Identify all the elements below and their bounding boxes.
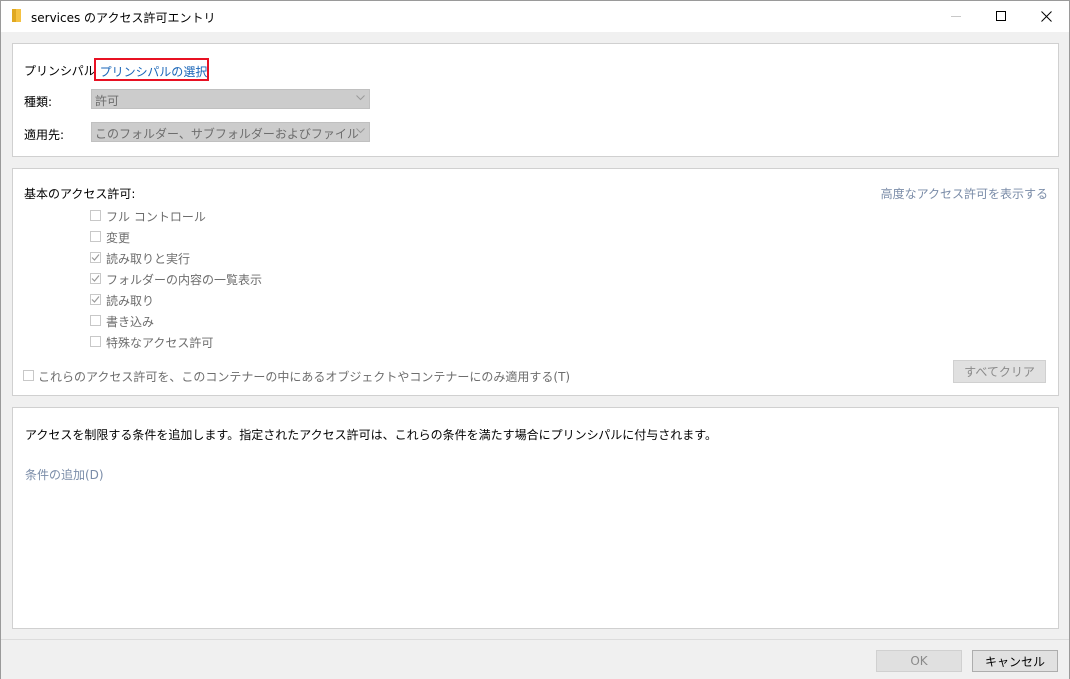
checkbox[interactable] [23, 370, 34, 381]
chevron-down-icon [356, 128, 365, 134]
checkbox[interactable] [90, 252, 101, 263]
basic-permissions-heading: 基本のアクセス許可: [24, 187, 136, 201]
apply-only-label: これらのアクセス許可を、このコンテナーの中にあるオブジェクトやコンテナーにのみ適… [38, 370, 571, 384]
checkbox[interactable] [90, 231, 101, 242]
checkbox[interactable] [90, 210, 101, 221]
close-icon [1040, 11, 1052, 22]
minimize-button[interactable] [933, 1, 979, 32]
permission-label: フル コントロール [106, 210, 206, 224]
principal-panel: プリンシパル プリンシパルの選択 種類: 許可 適用先: このフォルダー、サブフ… [12, 43, 1059, 157]
add-condition-link[interactable]: 条件の追加(D) [25, 466, 104, 483]
permission-label: 読み取りと実行 [106, 252, 191, 266]
dialog-content: プリンシパル プリンシパルの選択 種類: 許可 適用先: このフォルダー、サブフ… [1, 32, 1069, 679]
minimize-icon [950, 16, 961, 17]
ok-button[interactable]: OK [876, 650, 962, 672]
checkbox[interactable] [90, 336, 101, 347]
check-icon [91, 254, 100, 261]
permission-label: 読み取り [106, 294, 155, 308]
cancel-button[interactable]: キャンセル [972, 650, 1058, 672]
permission-label: 書き込み [106, 315, 155, 329]
applies-to-label: 適用先: [24, 128, 65, 142]
applies-to-select-value: このフォルダー、サブフォルダーおよびファイル [95, 127, 359, 141]
select-principal-link[interactable]: プリンシパルの選択 [94, 58, 209, 81]
dialog-window: services のアクセス許可エントリ プリンシパル プリンシパルの選択 種類… [0, 0, 1070, 679]
type-select[interactable]: 許可 [91, 89, 370, 109]
check-icon [91, 275, 100, 282]
chevron-down-icon [356, 95, 365, 101]
close-button[interactable] [1023, 1, 1069, 32]
checkbox[interactable] [90, 273, 101, 284]
applies-to-select[interactable]: このフォルダー、サブフォルダーおよびファイル [91, 122, 370, 142]
checkbox[interactable] [90, 294, 101, 305]
clear-all-button[interactable]: すべてクリア [953, 360, 1046, 383]
maximize-icon [995, 11, 1006, 21]
permission-label: 特殊なアクセス許可 [106, 336, 214, 350]
type-select-value: 許可 [95, 94, 120, 108]
checkbox[interactable] [90, 315, 101, 326]
conditions-panel: アクセスを制限する条件を追加します。指定されたアクセス許可は、これらの条件を満た… [12, 407, 1059, 629]
permission-label: 変更 [106, 231, 131, 245]
type-label: 種類: [24, 95, 53, 109]
select-principal-link-text[interactable]: プリンシパルの選択 [96, 63, 211, 80]
basic-permissions-panel: 基本のアクセス許可: 高度なアクセス許可を表示する フル コントロール 変更 読… [12, 168, 1059, 396]
principal-label: プリンシパル [24, 64, 96, 78]
dialog-footer: OK キャンセル [1, 639, 1069, 679]
window-title: services のアクセス許可エントリ [31, 11, 216, 25]
folder-icon [12, 9, 21, 22]
check-icon [91, 296, 100, 303]
maximize-button[interactable] [978, 1, 1024, 32]
title-bar: services のアクセス許可エントリ [1, 1, 1069, 32]
permission-label: フォルダーの内容の一覧表示 [106, 273, 263, 287]
conditions-description: アクセスを制限する条件を追加します。指定されたアクセス許可は、これらの条件を満た… [25, 428, 718, 442]
show-advanced-permissions-link[interactable]: 高度なアクセス許可を表示する [881, 185, 1048, 202]
